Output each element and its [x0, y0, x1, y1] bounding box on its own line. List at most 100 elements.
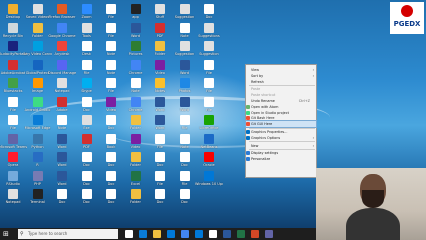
file-icon [106, 115, 116, 125]
file-icon [8, 96, 18, 107]
chrome-icon[interactable] [181, 230, 189, 238]
excel-icon[interactable] [237, 230, 245, 238]
desktop-icon-label: File [206, 107, 212, 112]
file-icon [179, 22, 190, 33]
file-icon [179, 59, 190, 70]
file-icon [155, 115, 165, 125]
camera-icon[interactable] [209, 230, 217, 238]
presenter-beard [362, 190, 384, 208]
context-menu-item[interactable]: Personalize [246, 156, 316, 162]
powerpoint-icon[interactable] [251, 230, 259, 238]
desktop-icon[interactable]: Doc [149, 189, 171, 211]
file-icon [130, 41, 141, 51]
file-icon [8, 22, 18, 33]
menu-item-label: Open with Atom [251, 104, 279, 109]
taskbar: ⊞ ⚲ Type here to search [0, 228, 316, 240]
file-icon [179, 152, 190, 162]
file-icon [81, 41, 92, 51]
file-icon [179, 41, 190, 51]
menu-item-label: Paste shortcut [251, 93, 276, 98]
menu-item-label: Paste [251, 87, 261, 92]
file-icon [32, 133, 43, 144]
file-icon [32, 22, 43, 33]
menu-item-label: Undo Rename [251, 99, 275, 103]
context-menu-item[interactable]: Refresh [246, 79, 316, 85]
desktop-icon-label: LibreOffice [199, 126, 219, 130]
file-icon [130, 59, 141, 70]
file-icon [155, 22, 165, 33]
file-icon [204, 152, 214, 162]
desktop-icon[interactable]: Windows 10 Update [195, 170, 223, 193]
file-icon [179, 189, 190, 199]
desktop-icon-label: File [206, 70, 212, 75]
desktop-icon[interactable]: Terminal [27, 189, 49, 211]
menu-item-label: Personalize [251, 157, 271, 162]
file-icon [8, 41, 18, 51]
file-icon [155, 133, 165, 144]
file-icon [130, 152, 141, 162]
file-icon [179, 115, 190, 125]
file-icon [32, 170, 43, 181]
desktop-icon-label: Doc [181, 200, 188, 204]
search-placeholder: Type here to search [28, 231, 68, 236]
file-icon [57, 170, 67, 181]
file-icon [57, 59, 67, 70]
file-icon [204, 22, 214, 33]
desktop-icon-label: Windows 10 Update [195, 181, 223, 186]
desktop-icon[interactable]: Folder [125, 189, 147, 211]
desktop-icon[interactable]: Doc [76, 189, 98, 211]
file-icon [179, 4, 190, 14]
mail-icon[interactable] [195, 230, 203, 238]
file-icon [204, 78, 214, 88]
search-icon: ⚲ [20, 231, 24, 237]
desktop-icon[interactable]: Doc [51, 189, 73, 211]
menu-item-icon [246, 122, 250, 127]
file-icon [32, 78, 43, 88]
file-icon [155, 96, 165, 107]
file-icon [8, 133, 18, 144]
file-icon [106, 59, 116, 70]
store-icon[interactable] [167, 230, 175, 238]
menu-item-label: Sort by [251, 73, 264, 78]
file-icon [155, 170, 165, 181]
menu-item-label: View [251, 68, 260, 72]
file-icon [106, 78, 116, 88]
file-icon [130, 170, 141, 181]
file-icon [8, 4, 18, 14]
context-menu-item[interactable]: Graphics Options › [246, 135, 316, 141]
file-icon [130, 133, 141, 144]
logo-mark-icon [401, 5, 413, 17]
context-menu-item[interactable]: Git GUI Here [245, 120, 317, 129]
logo-text: PGEDX [393, 20, 421, 28]
windows-start-icon[interactable]: ⊞ [3, 230, 11, 238]
file-icon [32, 4, 43, 14]
file-icon [81, 96, 92, 107]
file-icon [57, 133, 67, 144]
explorer-icon[interactable] [153, 230, 161, 238]
desktop-icon-label: File [206, 89, 212, 93]
file-icon [204, 59, 214, 70]
file-icon [106, 41, 116, 51]
file-icon [106, 170, 116, 181]
file-icon [179, 78, 190, 88]
file-icon [81, 189, 92, 199]
desktop-icon[interactable]: Doc [174, 189, 196, 211]
webcam-overlay [316, 168, 426, 240]
taskbar-search-box[interactable]: ⚲ Type here to search [18, 229, 118, 239]
file-icon [81, 152, 92, 162]
teams-icon[interactable] [265, 230, 273, 238]
context-menu-item[interactable]: New › [246, 143, 316, 149]
edge-icon[interactable] [139, 230, 147, 238]
file-icon [204, 115, 214, 125]
chevron-right-icon: › [312, 135, 314, 140]
word-icon[interactable] [223, 230, 231, 238]
task-view-icon[interactable] [125, 230, 133, 238]
file-icon [57, 96, 67, 107]
file-icon [106, 4, 116, 14]
file-icon [81, 59, 92, 70]
file-icon [57, 78, 67, 88]
file-icon [130, 115, 141, 125]
desktop-icon[interactable]: Notepad [2, 189, 24, 211]
file-icon [179, 133, 190, 144]
desktop-icon[interactable]: Doc [100, 189, 122, 211]
